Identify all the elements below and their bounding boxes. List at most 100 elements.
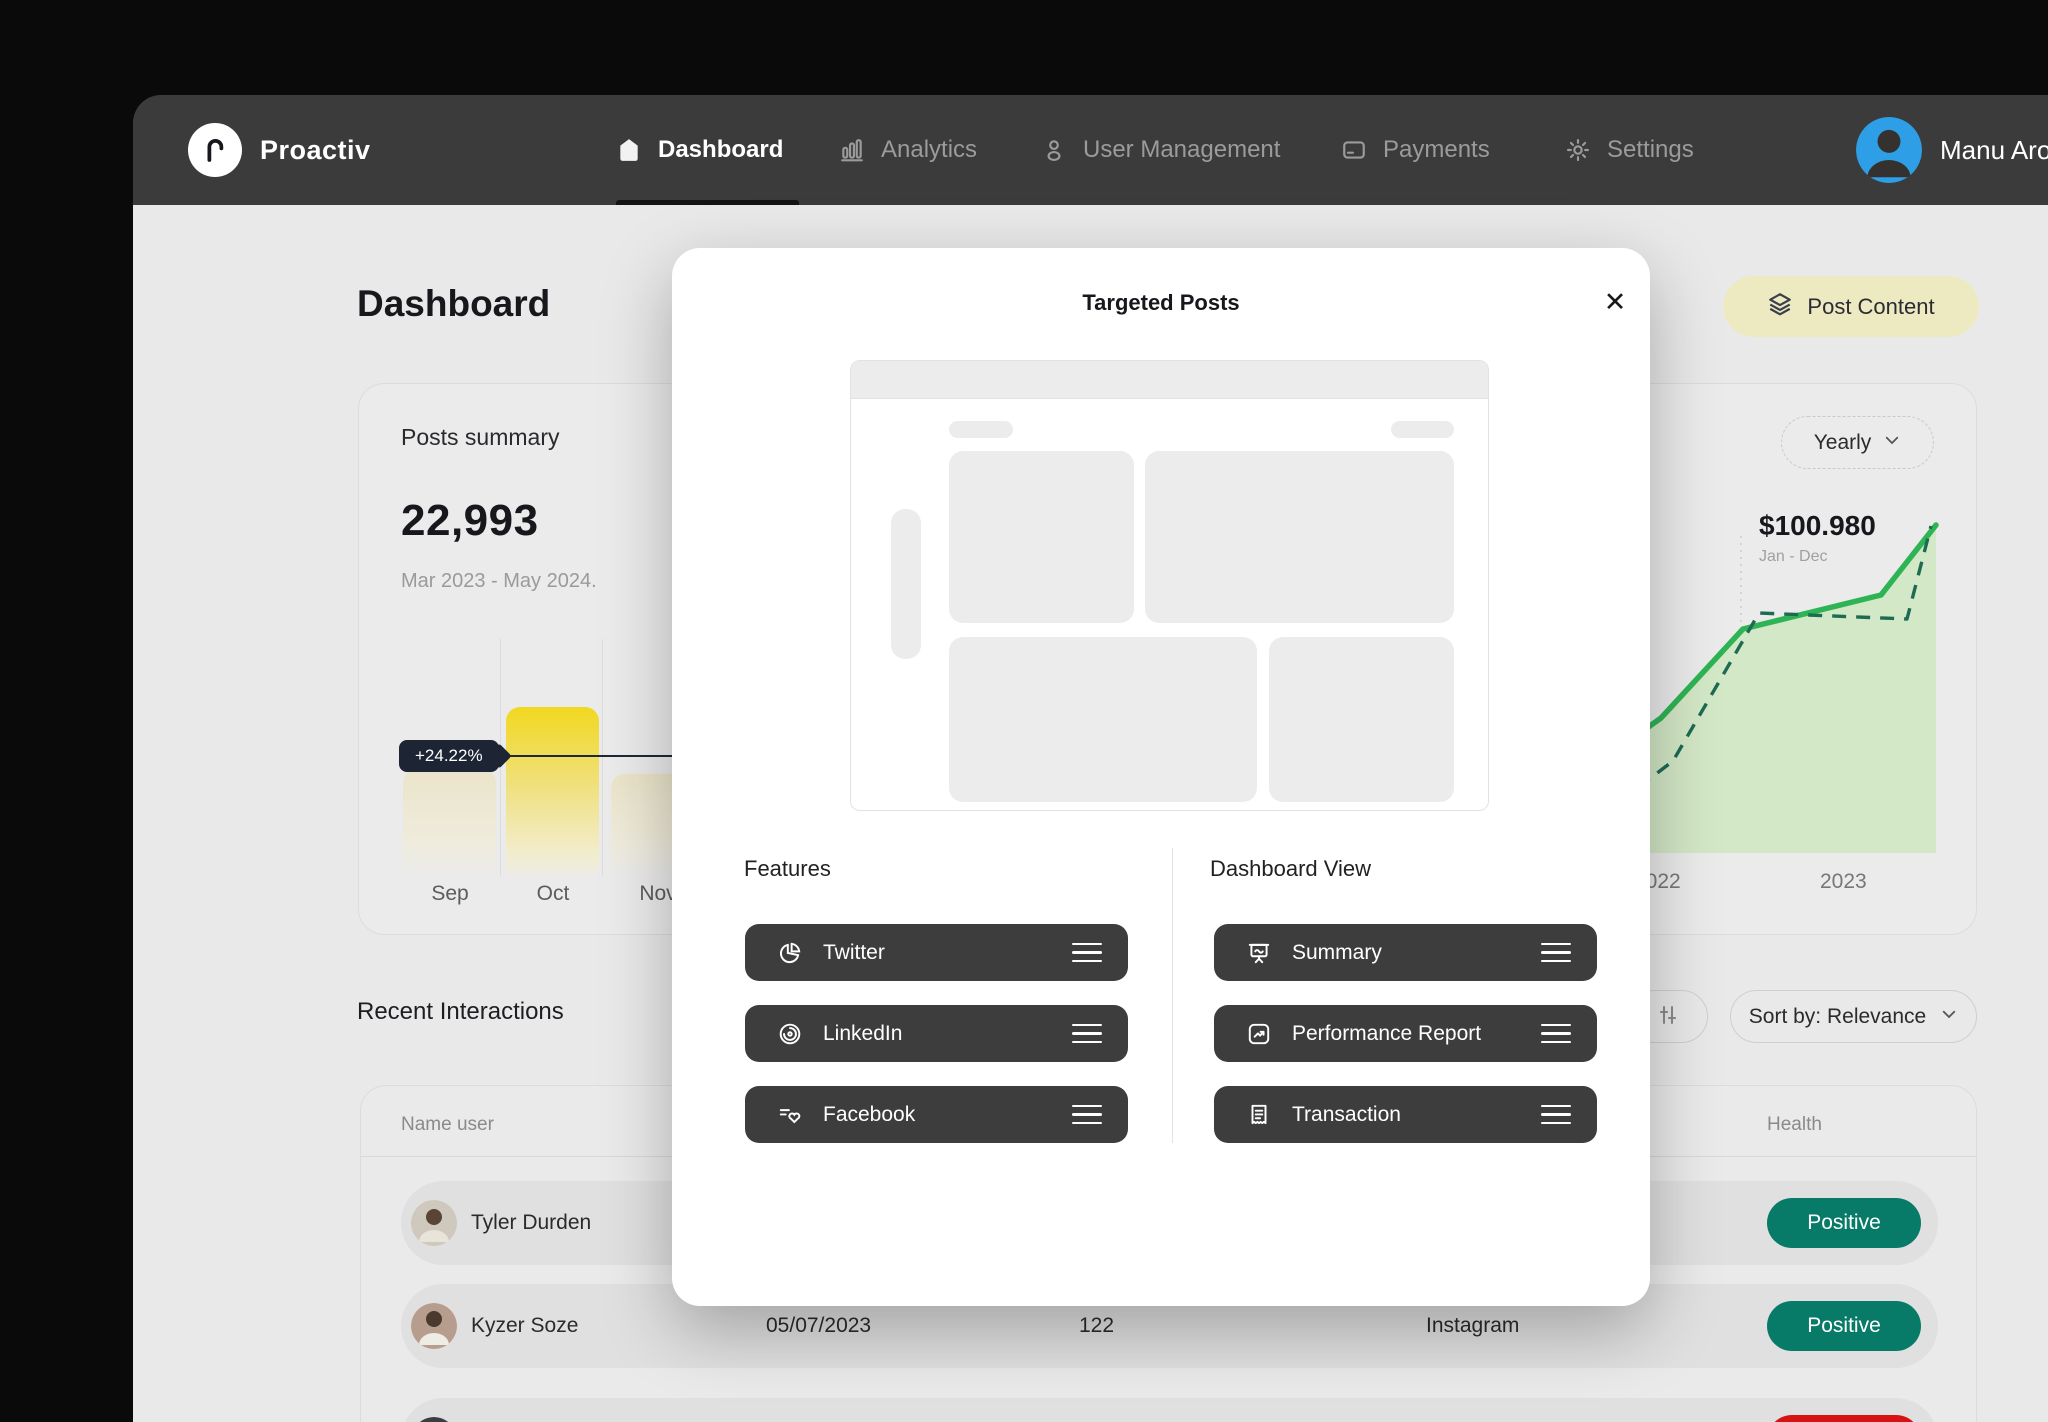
post-content-button[interactable]: Post Content bbox=[1723, 276, 1979, 337]
nav-item-analytics[interactable]: Analytics bbox=[839, 95, 977, 205]
drag-handle-icon[interactable] bbox=[1072, 1024, 1102, 1044]
post-content-label: Post Content bbox=[1807, 294, 1934, 320]
drag-handle-icon[interactable] bbox=[1541, 1105, 1571, 1125]
credit-card-icon bbox=[1341, 137, 1367, 163]
nav-item-label: Analytics bbox=[881, 136, 977, 164]
status-badge: Positive bbox=[1767, 1301, 1921, 1351]
app-window: Proactiv Dashboard Analytics User Manage… bbox=[133, 95, 2048, 1422]
home-icon bbox=[616, 137, 642, 163]
page-title: Dashboard bbox=[357, 283, 550, 325]
dashboard-view-label: Dashboard View bbox=[1210, 856, 1371, 882]
year-label-2023: 2023 bbox=[1820, 870, 1867, 894]
revenue-amount: $100.980 bbox=[1759, 510, 1876, 542]
bar-label-sep: Sep bbox=[403, 882, 497, 906]
user-icon bbox=[1041, 137, 1067, 163]
drag-handle-icon[interactable] bbox=[1541, 943, 1571, 963]
row-count: 86 bbox=[1079, 1398, 1102, 1422]
nav-item-label: Dashboard bbox=[658, 136, 783, 164]
posts-summary-title: Posts summary bbox=[401, 424, 559, 451]
modal-title: Targeted Posts bbox=[672, 290, 1650, 316]
placeholder-pill bbox=[1391, 421, 1454, 438]
user-name: Manu Arora bbox=[1940, 135, 2048, 166]
row-platform: Twitter bbox=[1426, 1398, 1488, 1422]
row-date: 04/09/2023 bbox=[766, 1398, 871, 1422]
placeholder-block bbox=[949, 451, 1134, 623]
features-label: Features bbox=[744, 856, 831, 882]
targeted-posts-modal: Targeted Posts ✕ Features Dashboard View… bbox=[672, 248, 1650, 1306]
gear-icon bbox=[1565, 137, 1591, 163]
posts-summary-range: Mar 2023 - May 2024. bbox=[401, 570, 597, 593]
row-name: Kyzer Soze bbox=[471, 1284, 578, 1368]
sliders-icon bbox=[1656, 1003, 1680, 1030]
avatar bbox=[411, 1200, 457, 1246]
column-divider bbox=[1172, 848, 1173, 1143]
period-value: Yearly bbox=[1814, 431, 1872, 455]
feature-item-linkedin[interactable]: LinkedIn bbox=[745, 1005, 1128, 1062]
layout-preview bbox=[850, 360, 1489, 811]
nav-item-user-management[interactable]: User Management bbox=[1041, 95, 1280, 205]
brand: Proactiv bbox=[188, 123, 371, 177]
drag-handle-icon[interactable] bbox=[1072, 943, 1102, 963]
placeholder-block bbox=[1145, 451, 1454, 623]
nav-item-label: User Management bbox=[1083, 136, 1280, 164]
drag-handle-icon[interactable] bbox=[1541, 1024, 1571, 1044]
column-header-health: Health bbox=[1767, 1114, 1822, 1136]
period-dropdown[interactable]: Yearly bbox=[1781, 416, 1934, 469]
nav-item-label: Payments bbox=[1383, 136, 1490, 164]
feature-item-twitter[interactable]: Twitter bbox=[745, 924, 1128, 981]
chevron-down-icon bbox=[1883, 431, 1901, 455]
row-name: Sam Altman bbox=[471, 1398, 584, 1422]
user-menu[interactable]: Manu Arora bbox=[1856, 117, 2048, 183]
close-icon[interactable]: ✕ bbox=[1597, 284, 1633, 320]
view-label: Summary bbox=[1292, 941, 1541, 965]
drag-handle-icon[interactable] bbox=[1072, 1105, 1102, 1125]
status-badge: Negative bbox=[1767, 1415, 1921, 1422]
feature-label: LinkedIn bbox=[823, 1022, 1072, 1046]
placeholder-block bbox=[1269, 637, 1454, 802]
preview-topbar bbox=[851, 361, 1488, 399]
placeholder-block bbox=[949, 637, 1257, 802]
feature-item-facebook[interactable]: Facebook bbox=[745, 1086, 1128, 1143]
row-name: Tyler Durden bbox=[471, 1181, 591, 1265]
receipt-icon bbox=[1246, 1102, 1272, 1128]
column-header-name: Name user bbox=[401, 1114, 494, 1136]
top-navbar: Proactiv Dashboard Analytics User Manage… bbox=[133, 95, 2048, 205]
bar-sep[interactable] bbox=[403, 769, 496, 876]
nav-item-dashboard[interactable]: Dashboard bbox=[616, 95, 783, 205]
presentation-icon bbox=[1246, 940, 1272, 966]
pie-chart-icon bbox=[777, 940, 803, 966]
proactiv-logo-icon bbox=[188, 123, 242, 177]
chevron-down-icon bbox=[1940, 1005, 1958, 1029]
dashboard-content: Dashboard Post Content Posts summary 22,… bbox=[133, 205, 2048, 1422]
nav-item-payments[interactable]: Payments bbox=[1341, 95, 1490, 205]
brand-name: Proactiv bbox=[260, 135, 371, 166]
table-row[interactable]: Sam Altman 04/09/2023 86 Twitter Negativ… bbox=[401, 1398, 1938, 1422]
avatar bbox=[411, 1417, 457, 1422]
feature-label: Twitter bbox=[823, 941, 1072, 965]
chart-gridline bbox=[602, 639, 603, 876]
spiral-icon bbox=[777, 1021, 803, 1047]
trend-square-icon bbox=[1246, 1021, 1272, 1047]
feature-label: Facebook bbox=[823, 1103, 1072, 1127]
view-item-performance-report[interactable]: Performance Report bbox=[1214, 1005, 1597, 1062]
placeholder-pill bbox=[949, 421, 1013, 438]
view-item-transaction[interactable]: Transaction bbox=[1214, 1086, 1597, 1143]
sort-dropdown[interactable]: Sort by: Relevance bbox=[1730, 990, 1977, 1043]
bar-label-oct: Oct bbox=[506, 882, 600, 906]
recent-interactions-title: Recent Interactions bbox=[357, 998, 564, 1026]
nav-item-settings[interactable]: Settings bbox=[1565, 95, 1694, 205]
posts-summary-total: 22,993 bbox=[401, 496, 539, 546]
nav-item-label: Settings bbox=[1607, 136, 1694, 164]
avatar bbox=[1856, 117, 1922, 183]
bar-chart-icon bbox=[839, 137, 865, 163]
sort-label: Sort by: Relevance bbox=[1749, 1005, 1926, 1029]
view-item-summary[interactable]: Summary bbox=[1214, 924, 1597, 981]
placeholder-sidebar bbox=[891, 509, 921, 659]
layers-icon bbox=[1767, 291, 1793, 323]
status-badge: Positive bbox=[1767, 1198, 1921, 1248]
bar-oct[interactable] bbox=[506, 707, 599, 876]
change-tooltip: +24.22% bbox=[399, 740, 499, 772]
avatar bbox=[411, 1303, 457, 1349]
view-label: Performance Report bbox=[1292, 1022, 1541, 1046]
revenue-range: Jan - Dec bbox=[1759, 548, 1827, 566]
